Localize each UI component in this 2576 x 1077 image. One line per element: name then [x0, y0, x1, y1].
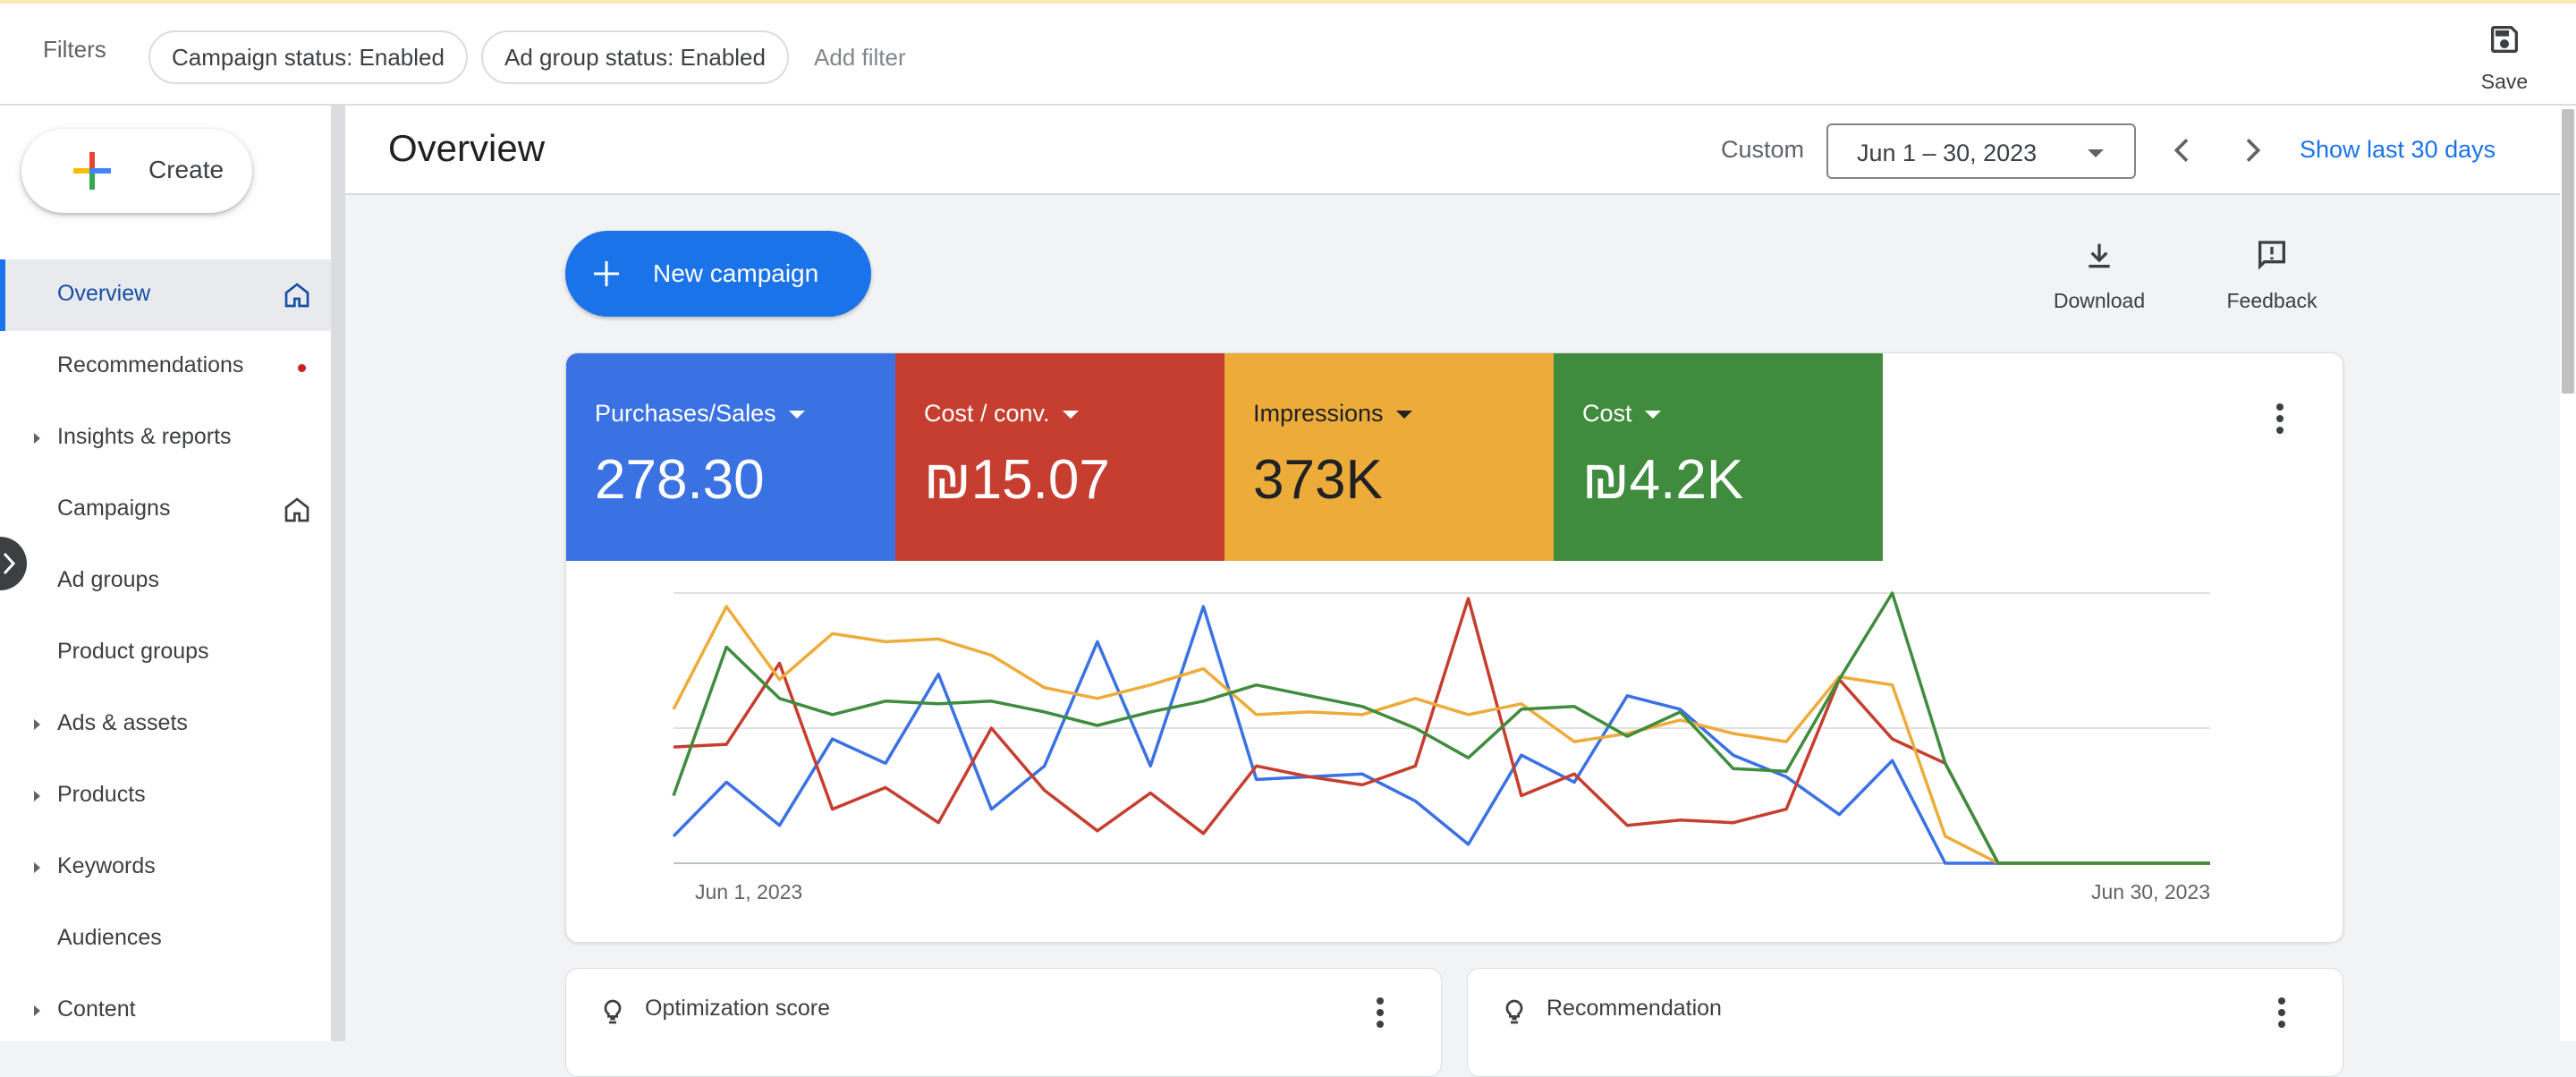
- sidebar-item-audiences[interactable]: Audiences: [0, 903, 331, 975]
- metric-value: ₪15.07: [924, 449, 1110, 511]
- sidebar-item-label: Ads & assets: [57, 710, 188, 735]
- expand-caret-icon: [34, 862, 40, 873]
- sidebar-item-label: Content: [57, 996, 136, 1022]
- previous-period-button[interactable]: [2165, 132, 2200, 168]
- download-label: Download: [2053, 289, 2146, 312]
- sidebar-item-label: Overview: [57, 281, 151, 306]
- expand-caret-icon: [34, 1005, 40, 1016]
- metric-value: 373K: [1253, 449, 1383, 511]
- metric-tile-cost-per-conv[interactable]: Cost / conv. ₪15.07: [895, 353, 1224, 561]
- plus-icon: [594, 261, 619, 286]
- x-axis-end-label: Jun 30, 2023: [2091, 880, 2210, 903]
- lightbulb-icon: [1505, 999, 1523, 1024]
- create-button[interactable]: Create: [21, 129, 252, 213]
- page-title: Overview: [388, 127, 546, 169]
- save-label: Save: [2480, 70, 2529, 93]
- sidebar-item-insights-reports[interactable]: Insights & reports: [0, 403, 331, 474]
- expand-caret-icon: [34, 719, 40, 730]
- dropdown-arrow-icon: [1644, 411, 1661, 420]
- download-button[interactable]: Download: [2048, 238, 2150, 313]
- save-button[interactable]: Save: [2469, 21, 2540, 94]
- date-range-select[interactable]: Jun 1 – 30, 2023: [1826, 123, 2136, 179]
- sidebar-item-label: Recommendations: [57, 352, 244, 377]
- date-range-value: Jun 1 – 30, 2023: [1857, 140, 2038, 166]
- expand-caret-icon: [34, 791, 40, 801]
- filter-chip-ad-group-status[interactable]: Ad group status: Enabled: [481, 30, 789, 84]
- download-icon: [2089, 243, 2110, 268]
- dropdown-arrow-icon: [2088, 149, 2104, 157]
- optimization-score-card: Optimization score: [565, 968, 1442, 1077]
- sidebar-item-label: Ad groups: [57, 567, 159, 592]
- more-options-icon[interactable]: [2278, 997, 2285, 1032]
- lightbulb-icon: [604, 999, 622, 1024]
- sidebar-item-label: Campaigns: [57, 496, 171, 521]
- sidebar-item-label: Insights & reports: [57, 424, 232, 449]
- series-line-0: [672, 605, 2210, 865]
- plus-icon: [73, 152, 111, 190]
- filter-chip-campaign-status[interactable]: Campaign status: Enabled: [148, 30, 468, 84]
- performance-chart: Jun 1, 2023 Jun 30, 2023: [672, 591, 2210, 903]
- metric-label[interactable]: Cost: [1582, 400, 1661, 428]
- metric-label[interactable]: Cost / conv.: [924, 400, 1079, 428]
- chevron-right-icon: [3, 552, 16, 575]
- feedback-icon: [2258, 241, 2285, 270]
- metric-value: ₪4.2K: [1582, 449, 1744, 511]
- sidebar-item-overview[interactable]: Overview: [0, 259, 331, 331]
- more-options-icon[interactable]: [1377, 997, 1384, 1032]
- add-filter-button[interactable]: Add filter: [814, 44, 906, 72]
- sidebar-divider: [331, 106, 345, 1041]
- feedback-button[interactable]: Feedback: [2218, 238, 2326, 313]
- sidebar-item-campaigns[interactable]: Campaigns: [0, 474, 331, 546]
- metric-tile-cost[interactable]: Cost ₪4.2K: [1554, 353, 1883, 561]
- sidebar-item-products[interactable]: Products: [0, 760, 331, 832]
- sidebar-item-recommendations[interactable]: Recommendations: [0, 331, 331, 403]
- create-label: Create: [148, 156, 225, 183]
- next-period-button[interactable]: [2234, 132, 2270, 168]
- dropdown-arrow-icon: [1062, 411, 1079, 420]
- home-icon: [284, 283, 309, 308]
- new-campaign-label: New campaign: [653, 259, 819, 287]
- dropdown-arrow-icon: [788, 411, 805, 420]
- performance-card: Purchases/Sales 278.30 Cost / conv. ₪15.…: [565, 352, 2343, 943]
- page-header: Overview Custom Jun 1 – 30, 2023 Show la…: [345, 106, 2576, 195]
- sidebar-item-label: Product groups: [57, 639, 209, 664]
- metric-tile-impressions[interactable]: Impressions 373K: [1224, 353, 1554, 561]
- card-title: Recommendation: [1546, 996, 1722, 1021]
- sidebar-item-ads-assets[interactable]: Ads & assets: [0, 689, 331, 760]
- feedback-label: Feedback: [2226, 289, 2318, 312]
- metric-label[interactable]: Impressions: [1253, 400, 1412, 428]
- metric-value: 278.30: [595, 449, 765, 511]
- scrollbar-thumb[interactable]: [2562, 109, 2574, 394]
- filter-bar: Filters Campaign status: Enabled Ad grou…: [0, 0, 2576, 106]
- sidebar-item-content[interactable]: Content: [0, 975, 331, 1047]
- x-axis-start-label: Jun 1, 2023: [695, 880, 802, 903]
- notification-dot: [298, 364, 306, 372]
- metric-tile-purchases[interactable]: Purchases/Sales 278.30: [566, 353, 895, 561]
- show-last-30-days-link[interactable]: Show last 30 days: [2300, 136, 2496, 164]
- scrollbar[interactable]: [2560, 106, 2576, 1041]
- date-range-type: Custom: [1721, 136, 1805, 163]
- save-icon: [2491, 26, 2518, 53]
- home-icon: [284, 497, 309, 522]
- more-options-icon[interactable]: [2276, 403, 2284, 438]
- card-title: Optimization score: [645, 996, 831, 1021]
- recommendation-card: Recommendation: [1467, 968, 2343, 1077]
- sidebar-item-keywords[interactable]: Keywords: [0, 832, 331, 903]
- sidebar-item-ad-groups[interactable]: Ad groups: [0, 546, 331, 617]
- sidebar: Create Overview Recommendations Insights…: [0, 106, 331, 1041]
- sidebar-item-product-groups[interactable]: Product groups: [0, 617, 331, 689]
- expand-caret-icon: [34, 433, 40, 444]
- metric-label[interactable]: Purchases/Sales: [595, 400, 805, 428]
- sidebar-item-label: Keywords: [57, 853, 156, 878]
- filters-label: Filters: [43, 36, 106, 63]
- sidebar-item-label: Audiences: [57, 925, 162, 950]
- new-campaign-button[interactable]: New campaign: [565, 231, 871, 317]
- sidebar-item-label: Products: [57, 782, 146, 807]
- dropdown-arrow-icon: [1395, 411, 1412, 420]
